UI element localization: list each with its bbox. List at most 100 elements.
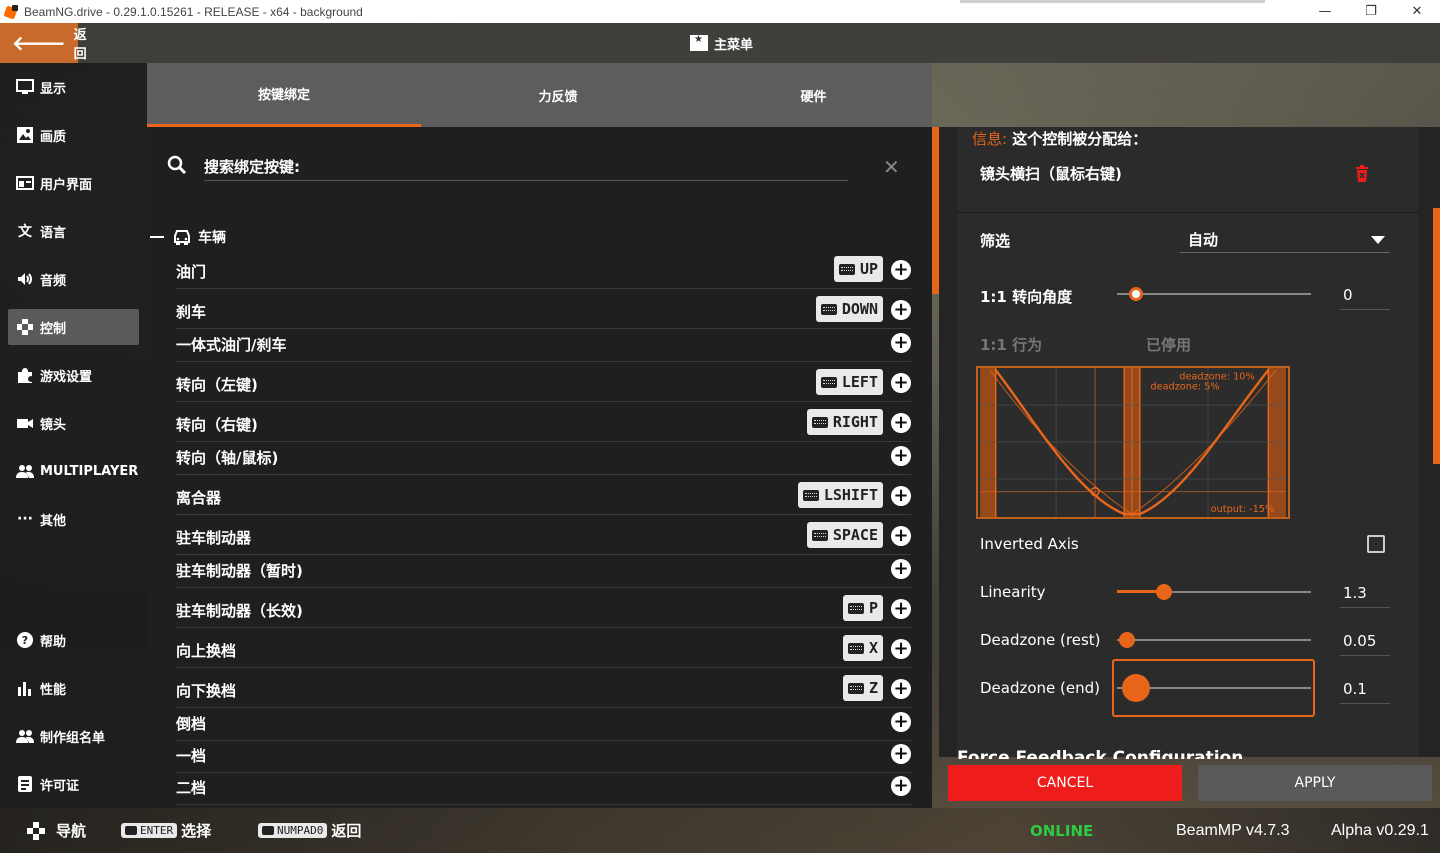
sidebar-item-credits[interactable]: 制作组名单	[8, 718, 139, 754]
linearity-value[interactable]: 1.3	[1340, 582, 1390, 608]
key-badge[interactable]: RIGHT	[806, 409, 883, 435]
main-menu-button[interactable]: 主菜单	[690, 23, 753, 63]
binding-row[interactable]: 驻车制动器（暂时) +	[176, 555, 911, 588]
inverted-axis-checkbox[interactable]	[1367, 535, 1385, 553]
footer-select-hint: ENTER 选择	[121, 808, 211, 853]
binding-row[interactable]: 二档 +	[176, 773, 911, 805]
sidebar-item-performance[interactable]: 性能	[8, 670, 139, 706]
sidebar-item-ui[interactable]: 用户界面	[8, 165, 139, 201]
tab-force-feedback[interactable]: 力反馈	[421, 63, 695, 127]
sidebar-item-label: 许可证	[40, 778, 80, 794]
steer-angle-value[interactable]: 0	[1340, 284, 1390, 310]
cancel-button[interactable]: CANCEL	[948, 765, 1182, 801]
search-input[interactable]: 搜索绑定按键:	[204, 153, 848, 181]
add-binding-button[interactable]: +	[891, 679, 911, 699]
add-binding-button[interactable]: +	[891, 333, 911, 353]
add-binding-button[interactable]: +	[891, 639, 911, 659]
binding-label: 向下换档	[176, 682, 237, 700]
maximize-button[interactable]: ❐	[1348, 0, 1394, 23]
filter-dropdown[interactable]: 自动	[1180, 229, 1390, 253]
sidebar-item-language[interactable]: 文 语言	[8, 213, 139, 249]
binding-row[interactable]: 转向（右键) RIGHT +	[176, 402, 911, 442]
deadzone-rest-value[interactable]: 0.05	[1340, 630, 1390, 656]
key-badge[interactable]: UP	[833, 256, 883, 282]
sidebar-item-multiplayer[interactable]: MULTIPLAYER	[8, 453, 139, 489]
key-badge[interactable]: LEFT	[815, 369, 883, 395]
add-binding-button[interactable]: +	[891, 599, 911, 619]
key-badge[interactable]: LSHIFT	[797, 482, 883, 508]
sidebar-item-license[interactable]: 许可证	[8, 766, 139, 802]
binding-row[interactable]: 一档 +	[176, 741, 911, 773]
tab-keybindings[interactable]: 按键绑定	[147, 63, 421, 127]
titlebar-strip	[960, 0, 1265, 3]
sidebar-item-help[interactable]: ? 帮助	[8, 622, 139, 658]
tab-hardware[interactable]: 硬件	[695, 63, 932, 127]
binding-row[interactable]: 离合器 LSHIFT +	[176, 475, 911, 515]
deadzone-end-slider[interactable]	[1117, 674, 1311, 702]
slider-thumb[interactable]	[1155, 584, 1172, 600]
add-binding-button[interactable]: +	[891, 526, 911, 546]
key-badge[interactable]: SPACE	[806, 522, 883, 548]
sidebar-item-display[interactable]: 显示	[8, 69, 139, 105]
clear-search-icon[interactable]: ✕	[883, 155, 900, 179]
add-binding-button[interactable]: +	[891, 260, 911, 280]
deadzone-end-value[interactable]: 0.1	[1340, 678, 1390, 704]
binding-row[interactable]: 转向（轴/鼠标) +	[176, 442, 911, 475]
detail-scrollbar[interactable]	[1433, 208, 1440, 464]
category-vehicle[interactable]: 车辆	[147, 223, 932, 251]
binding-row[interactable]: 倒档 +	[176, 708, 911, 741]
key-badge[interactable]: DOWN	[815, 296, 883, 322]
slider-track	[1117, 639, 1311, 641]
add-binding-button[interactable]: +	[891, 776, 911, 796]
steer-angle-slider[interactable]	[1117, 284, 1311, 304]
collapse-icon[interactable]	[150, 236, 164, 238]
binding-row[interactable]: 刹车 DOWN +	[176, 289, 911, 329]
key-badge[interactable]: P	[842, 595, 883, 621]
sidebar-item-gameplay[interactable]: 游戏设置	[8, 357, 139, 393]
add-binding-button[interactable]: +	[891, 744, 911, 764]
add-binding-button[interactable]: +	[891, 373, 911, 393]
sidebar-item-label: 音频	[40, 273, 67, 289]
bindings-scrollbar[interactable]	[932, 127, 939, 294]
delete-icon[interactable]	[1355, 165, 1369, 183]
sidebar-item-other[interactable]: ··· 其他	[8, 501, 139, 537]
key-badge[interactable]: Z	[842, 675, 883, 701]
response-curve-graph: deadzone: 10% deadzone: 5% output: -15%	[976, 366, 1290, 519]
sidebar-item-label: MULTIPLAYER	[40, 463, 139, 479]
key-badge[interactable]: X	[842, 635, 883, 661]
sidebar-item-camera[interactable]: 镜头	[8, 405, 139, 441]
minimize-button[interactable]: —	[1302, 0, 1348, 23]
add-binding-button[interactable]: +	[891, 413, 911, 433]
ui-icon	[16, 174, 34, 192]
close-window-button[interactable]: ✕	[1394, 0, 1440, 23]
back-hint-label: 返回	[331, 822, 362, 840]
apply-button[interactable]: APPLY	[1198, 765, 1432, 801]
add-binding-button[interactable]: +	[891, 300, 911, 320]
add-binding-button[interactable]: +	[891, 559, 911, 579]
binding-row[interactable]: 向下换档 Z +	[176, 668, 911, 708]
deadzone-rest-slider[interactable]	[1117, 630, 1311, 650]
slider-thumb[interactable]	[1129, 287, 1144, 301]
binding-label: 一体式油门/刹车	[176, 336, 287, 354]
add-binding-button[interactable]: +	[891, 446, 911, 466]
sidebar-item-audio[interactable]: 音频	[8, 261, 139, 297]
binding-row[interactable]: 驻车制动器（长效) P +	[176, 588, 911, 628]
graph-deadzone-rest-label: deadzone: 5%	[1150, 381, 1219, 392]
binding-row[interactable]: 油门 UP +	[176, 251, 911, 289]
back-button[interactable]: 🡐 返回	[0, 23, 87, 63]
numpad-key-badge: NUMPAD0	[258, 823, 328, 838]
linearity-slider[interactable]	[1117, 582, 1311, 602]
binding-row[interactable]: 转向（左键) LEFT +	[176, 362, 911, 402]
key-label: LSHIFT	[823, 486, 878, 504]
binding-row[interactable]: 一体式油门/刹车 +	[176, 329, 911, 362]
add-binding-button[interactable]: +	[891, 712, 911, 732]
category-label: 车辆	[198, 230, 226, 246]
sidebar-item-graphics[interactable]: 画质	[8, 117, 139, 153]
binding-row[interactable]: 向上换档 X +	[176, 628, 911, 668]
key-label: LEFT	[841, 373, 878, 391]
sidebar-item-controls[interactable]: 控制	[8, 309, 139, 345]
binding-row[interactable]: 驻车制动器 SPACE +	[176, 515, 911, 555]
slider-thumb[interactable]	[1122, 674, 1151, 702]
slider-thumb[interactable]	[1118, 632, 1135, 648]
add-binding-button[interactable]: +	[891, 486, 911, 506]
